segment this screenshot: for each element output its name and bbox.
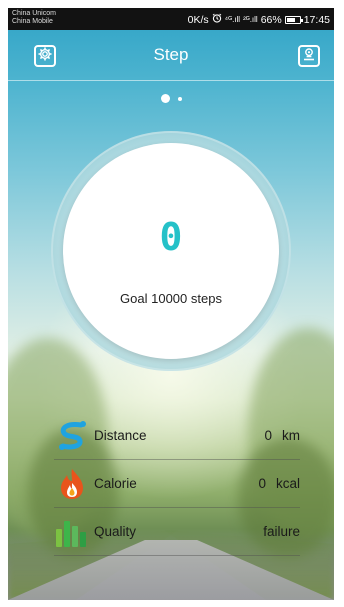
status-bar: China Unicom China Mobile 0K/s ⁴ᴳ.ıll ²ᴳ… xyxy=(8,8,334,30)
carrier-1: China Unicom xyxy=(12,10,56,17)
app-header: Step xyxy=(8,30,334,80)
phone-screen: China Unicom China Mobile 0K/s ⁴ᴳ.ıll ²ᴳ… xyxy=(8,8,334,600)
status-right: 0K/s ⁴ᴳ.ıll ²ᴳ.ıll 66% 17:45 xyxy=(188,13,330,26)
quality-value: failure xyxy=(263,524,300,539)
stat-label: Distance xyxy=(94,428,147,443)
calorie-icon xyxy=(54,466,90,502)
stat-value: 0 kcal xyxy=(258,476,300,491)
settings-button[interactable] xyxy=(34,45,56,67)
signal-1: ⁴ᴳ.ıll xyxy=(224,15,241,24)
page-indicator xyxy=(8,94,334,103)
profile-button[interactable] xyxy=(298,45,320,67)
calorie-value: 0 xyxy=(258,476,266,491)
page-title: Step xyxy=(153,45,189,64)
calorie-unit: kcal xyxy=(275,476,300,491)
alarm-icon xyxy=(212,13,222,26)
stat-label: Quality xyxy=(94,524,137,539)
distance-value: 0 xyxy=(264,428,272,443)
stat-row-calorie[interactable]: Calorie 0 kcal xyxy=(54,460,300,508)
header-divider xyxy=(8,80,334,81)
step-goal: Goal 10000 steps xyxy=(120,291,222,306)
distance-unit: km xyxy=(282,428,300,443)
stat-row-quality[interactable]: Quality failure xyxy=(54,508,300,556)
stat-value: failure xyxy=(263,524,300,539)
clock: 17:45 xyxy=(303,13,330,26)
distance-icon xyxy=(54,418,90,454)
quality-icon xyxy=(54,514,90,550)
page-dot[interactable] xyxy=(177,96,182,101)
network-speed: 0K/s xyxy=(187,13,209,26)
battery-percent: 66% xyxy=(260,13,282,26)
page-dot-active[interactable] xyxy=(160,94,170,103)
stat-label: Calorie xyxy=(94,476,137,491)
step-count: 0 xyxy=(159,215,183,259)
battery-icon xyxy=(284,15,303,24)
signal-2: ²ᴳ.ıll xyxy=(243,15,258,24)
stat-row-distance[interactable]: Distance 0 km xyxy=(54,412,300,460)
carrier-info: China Unicom China Mobile xyxy=(12,10,56,26)
stats-list: Distance 0 km Calorie 0 kcal Quality fai… xyxy=(54,412,300,556)
profile-icon xyxy=(302,47,316,66)
stat-value: 0 km xyxy=(264,428,300,443)
step-circle[interactable]: 0 Goal 10000 steps xyxy=(63,143,279,359)
carrier-2: China Mobile xyxy=(12,18,53,25)
gear-icon xyxy=(38,47,52,66)
